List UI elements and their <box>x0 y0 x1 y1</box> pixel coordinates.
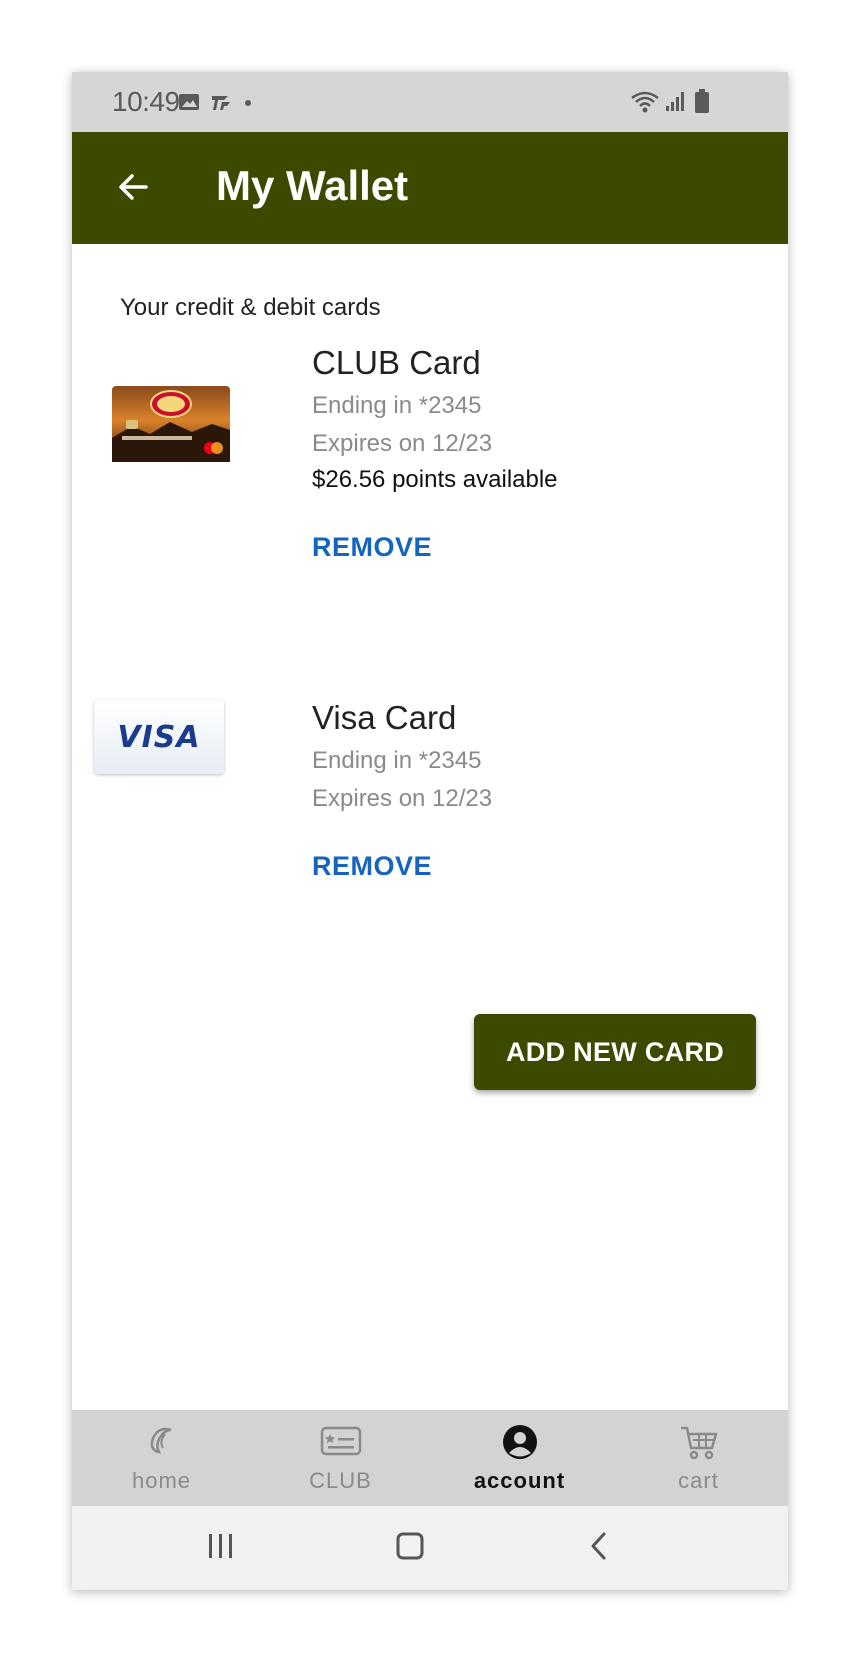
card-name: Visa Card <box>312 699 457 736</box>
nav-label-club: CLUB <box>309 1468 372 1493</box>
visa-logo: VISA <box>117 719 201 755</box>
add-new-card-button[interactable]: ADD NEW CARD <box>474 1014 756 1090</box>
club-card-icon <box>320 1426 361 1456</box>
section-title: Your credit & debit cards <box>120 294 381 321</box>
page-title: My Wallet <box>216 162 409 209</box>
remove-card-button[interactable]: REMOVE <box>312 851 432 882</box>
bottom-nav: home CLUB account cart <box>72 1410 788 1506</box>
account-icon <box>502 1425 537 1459</box>
cast-icon <box>212 96 230 110</box>
card-expiry: Expires on 12/23 <box>312 430 493 457</box>
visa-card-image: VISA <box>94 700 224 774</box>
card-points: $26.56 points available <box>312 466 558 493</box>
back-icon[interactable] <box>584 1528 614 1564</box>
home-icon[interactable] <box>392 1528 428 1564</box>
nav-label-home: home <box>131 1468 192 1493</box>
system-nav-bar <box>72 1506 788 1590</box>
nav-item-account[interactable]: account <box>430 1410 609 1506</box>
cart-icon <box>680 1426 717 1460</box>
card-ending: Ending in *2345 <box>312 747 482 774</box>
nav-item-home[interactable]: home <box>72 1410 251 1506</box>
battery-icon <box>695 89 709 113</box>
arrow-left-icon[interactable] <box>108 162 158 212</box>
recents-icon[interactable] <box>206 1528 236 1564</box>
nav-item-cart[interactable]: cart <box>609 1410 788 1506</box>
nav-label-account: account <box>473 1468 566 1493</box>
nav-item-club[interactable]: CLUB <box>251 1410 430 1506</box>
status-bar: 10:49 <box>72 72 788 132</box>
club-card-image <box>112 386 230 462</box>
card-name: CLUB Card <box>312 344 481 381</box>
remove-card-button[interactable]: REMOVE <box>312 532 432 563</box>
card-expiry: Expires on 12/23 <box>312 785 493 812</box>
image-icon <box>179 94 199 110</box>
app-bar: My Wallet <box>72 132 788 244</box>
signal-icon <box>666 92 684 111</box>
card-ending: Ending in *2345 <box>312 392 482 419</box>
home-logo-icon <box>150 1427 171 1454</box>
status-time: 10:49 <box>112 86 180 117</box>
dot-icon <box>245 100 251 106</box>
nav-label-cart: cart <box>678 1468 719 1493</box>
wifi-icon <box>631 91 659 113</box>
phone-screen: 10:49 My Wallet Your credit & debit card… <box>72 72 788 1590</box>
